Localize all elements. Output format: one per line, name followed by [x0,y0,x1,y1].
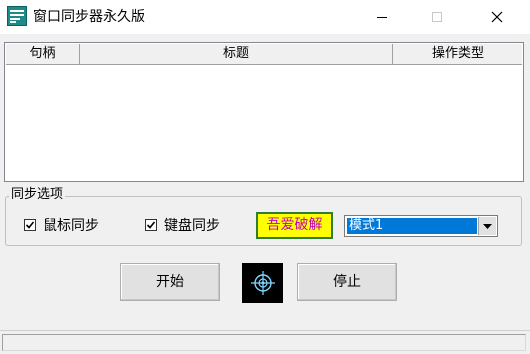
column-header-operation-type[interactable]: 操作类型 [393,44,523,64]
window-title: 窗口同步器永久版 [33,9,145,25]
checkbox-checked-icon [145,219,157,231]
mouse-sync-checkbox[interactable]: 鼠标同步 [24,215,99,235]
app-window-icon [7,6,27,26]
minimize-icon [376,11,388,23]
mouse-sync-label: 鼠标同步 [43,218,99,234]
title-bar: 窗口同步器永久版 [0,0,530,34]
column-header-title[interactable]: 标题 [80,44,393,64]
maximize-button[interactable] [414,0,460,34]
list-header: 句柄 标题 操作类型 [6,44,522,65]
dropdown-button[interactable] [478,217,496,235]
maximize-icon [431,11,443,23]
window-list[interactable]: 句柄 标题 操作类型 [4,42,524,182]
close-button[interactable] [474,0,520,34]
sync-options-legend: 同步选项 [9,186,66,204]
wuai-pojie-label[interactable]: 吾爱破解 [256,212,333,239]
mode-selected-value: 模式1 [347,218,477,234]
keyboard-sync-label: 键盘同步 [164,218,220,234]
keyboard-sync-checkbox[interactable]: 键盘同步 [145,215,220,235]
column-header-handle[interactable]: 句柄 [6,44,80,64]
stop-button[interactable]: 停止 [297,263,397,301]
mode-select[interactable]: 模式1 [344,215,498,237]
start-button[interactable]: 开始 [120,263,220,301]
close-icon [491,11,503,23]
status-pane [2,334,526,351]
crosshair-logo-icon [242,263,283,303]
checkbox-checked-icon [24,219,36,231]
list-body[interactable] [6,65,522,180]
minimize-button[interactable] [359,0,405,34]
status-bar [0,330,530,354]
chevron-down-icon [483,219,492,234]
